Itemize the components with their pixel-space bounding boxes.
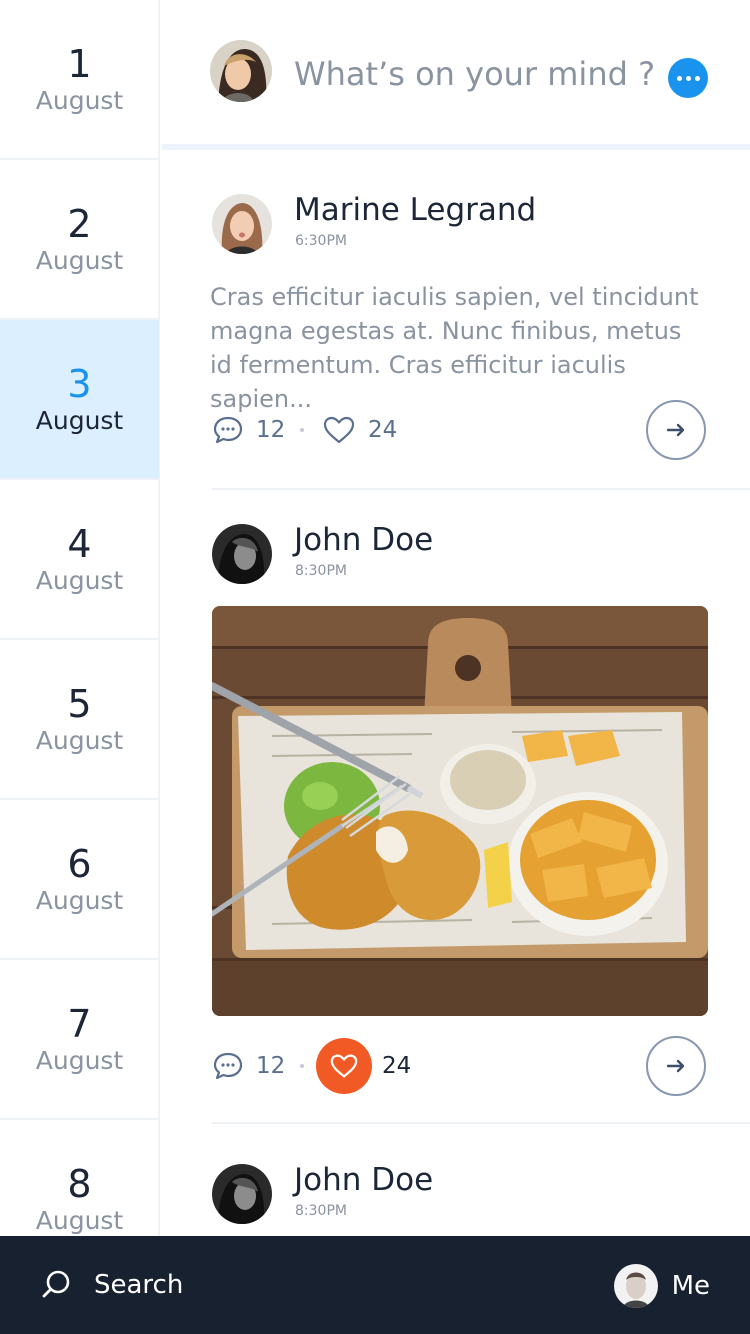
date-month: August [35,246,124,275]
heart-icon [322,415,356,445]
date-month: August [35,886,124,915]
date-item-1[interactable]: 1 August [0,0,159,160]
arrow-right-icon [666,423,685,437]
composer-input[interactable]: What’s on your mind ? [294,52,655,96]
date-day: 8 [67,1162,92,1206]
post-photo[interactable] [212,606,708,1016]
search-button[interactable]: Search [40,1262,183,1308]
open-post-button[interactable] [646,400,706,460]
post-composer: What’s on your mind ? [162,0,750,144]
date-day: 4 [67,522,92,566]
date-day: 1 [67,42,92,86]
date-month: August [35,86,124,115]
date-day: 7 [67,1002,92,1046]
date-item-4[interactable]: 4 August [0,480,159,640]
post-time: 8:30PM [295,563,347,579]
date-day: 5 [67,682,92,726]
ellipsis-icon [676,75,682,81]
like-button-active[interactable]: 24 [316,1036,411,1096]
author-name[interactable]: Marine Legrand [294,188,536,232]
author-avatar[interactable] [212,194,272,254]
post-actions: 12 24 [212,1036,750,1096]
speech-bubble-icon [212,415,244,445]
like-button[interactable]: 24 [322,400,397,460]
post-divider [212,488,750,490]
post-divider [212,1122,750,1124]
search-label: Search [94,1270,184,1300]
date-month: August [35,406,124,435]
profile-button[interactable]: Me [613,1264,710,1308]
current-user-avatar[interactable] [210,40,272,102]
date-item-3-selected[interactable]: 3 August [0,320,159,480]
date-sidebar: 1 August 2 August 3 August 4 August 5 Au… [0,0,160,1334]
date-month: August [35,726,124,755]
separator-dot [300,1064,304,1068]
date-day: 2 [67,202,92,246]
date-month: August [35,1046,124,1075]
like-count: 24 [382,1053,412,1079]
post-actions: 12 24 [212,400,750,460]
post-text: Cras efficitur iaculis sapien, vel tinci… [210,283,699,413]
author-avatar[interactable] [212,524,272,584]
author-avatar[interactable] [212,1164,272,1224]
bottom-navigation: Search Me [0,1236,750,1334]
date-item-7[interactable]: 7 August [0,960,159,1120]
comment-button[interactable]: 12 [212,400,285,460]
profile-avatar [613,1264,658,1308]
author-name[interactable]: John Doe [294,518,433,562]
post-time: 8:30PM [295,1203,347,1219]
more-options-button[interactable] [668,58,708,98]
date-item-6[interactable]: 6 August [0,800,159,960]
date-month: August [35,566,124,595]
heart-icon [316,1038,372,1094]
date-item-5[interactable]: 5 August [0,640,159,800]
date-item-2[interactable]: 2 August [0,160,159,320]
speech-bubble-icon [212,1051,244,1081]
like-count: 24 [368,417,398,443]
profile-label: Me [671,1271,710,1301]
comment-button[interactable]: 12 [212,1036,285,1096]
arrow-right-icon [666,1059,685,1073]
open-post-button[interactable] [646,1036,706,1096]
post-time: 6:30PM [295,233,347,249]
author-name[interactable]: John Doe [294,1158,433,1202]
comment-count: 12 [256,417,286,443]
comment-count: 12 [256,1053,286,1079]
date-month: August [35,1206,124,1235]
separator-dot [300,428,304,432]
search-icon [42,1270,70,1298]
date-day: 6 [67,842,92,886]
composer-divider [162,144,750,150]
date-day: 3 [67,362,92,406]
